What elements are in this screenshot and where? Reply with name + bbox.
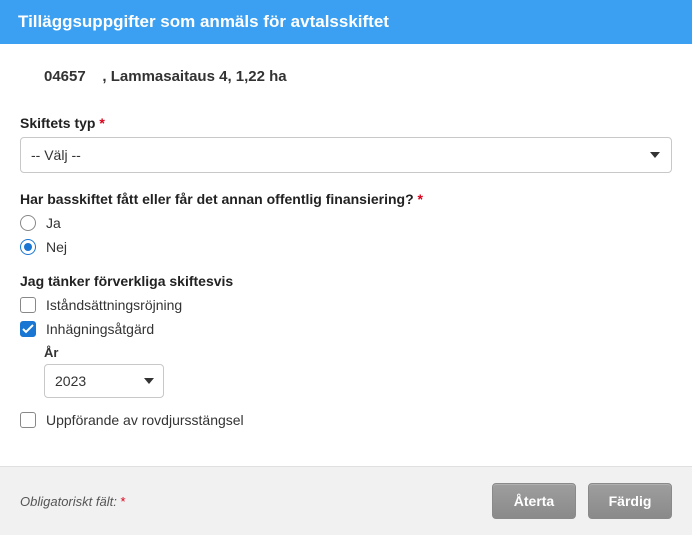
funding-radio-no[interactable] [20, 239, 36, 255]
dialog-footer: Obligatoriskt fält: * Återta Färdig [0, 466, 692, 535]
done-button[interactable]: Färdig [588, 483, 672, 519]
required-mark: * [99, 115, 104, 131]
required-mark: * [418, 191, 423, 207]
type-label: Skiftets typ [20, 115, 95, 131]
type-field: Skiftets typ * -- Välj -- [20, 115, 672, 173]
measure-checkbox-fencing[interactable] [20, 321, 36, 337]
funding-field: Har basskiftet fått eller får det annan … [20, 191, 672, 255]
measure-label-predator-fence: Uppförande av rovdjursstängsel [46, 412, 244, 428]
funding-label: Har basskiftet fått eller får det annan … [20, 191, 414, 207]
funding-no-label: Nej [46, 239, 67, 255]
type-label-row: Skiftets typ * [20, 115, 672, 131]
funding-radio-yes[interactable] [20, 215, 36, 231]
measure-label-clearing: Iståndsättningsröjning [46, 297, 182, 313]
dialog-title: Tilläggsuppgifter som anmäls för avtalss… [18, 12, 389, 31]
year-select[interactable]: 2023 [44, 364, 164, 398]
required-mark: * [120, 494, 125, 509]
measure-label-fencing: Inhägningsåtgärd [46, 321, 154, 337]
measure-checkbox-clearing[interactable] [20, 297, 36, 313]
measure-row-clearing: Iståndsättningsröjning [20, 297, 672, 313]
footer-buttons: Återta Färdig [492, 483, 672, 519]
measure-row-fencing: Inhägningsåtgärd [20, 321, 672, 337]
parcel-name-area: , Lammasaitaus 4, 1,22 ha [102, 68, 286, 85]
funding-option-yes-row: Ja [20, 215, 672, 231]
funding-label-row: Har basskiftet fått eller får det annan … [20, 191, 672, 207]
year-label: År [44, 345, 672, 360]
type-select-wrap: -- Välj -- [20, 137, 672, 173]
dialog-content: 04657 , Lammasaitaus 4, 1,22 ha Skiftets… [0, 44, 692, 466]
parcel-title: 04657 , Lammasaitaus 4, 1,22 ha [44, 68, 672, 85]
measure-checkbox-predator-fence[interactable] [20, 412, 36, 428]
funding-radio-group: Ja Nej [20, 215, 672, 255]
required-hint: Obligatoriskt fält: * [20, 494, 126, 509]
measure-row-predator-fence: Uppförande av rovdjursstängsel [20, 412, 672, 428]
funding-option-no-row: Nej [20, 239, 672, 255]
dialog-header: Tilläggsuppgifter som anmäls för avtalss… [0, 0, 692, 44]
parcel-code: 04657 [44, 68, 86, 85]
type-select[interactable]: -- Välj -- [20, 137, 672, 173]
fencing-year-block: År 2023 [44, 345, 672, 398]
year-select-wrap: 2023 [44, 364, 164, 398]
measures-label: Jag tänker förverkliga skiftesvis [20, 273, 672, 289]
reset-button[interactable]: Återta [492, 483, 576, 519]
required-hint-text: Obligatoriskt fält: [20, 494, 117, 509]
funding-yes-label: Ja [46, 215, 61, 231]
